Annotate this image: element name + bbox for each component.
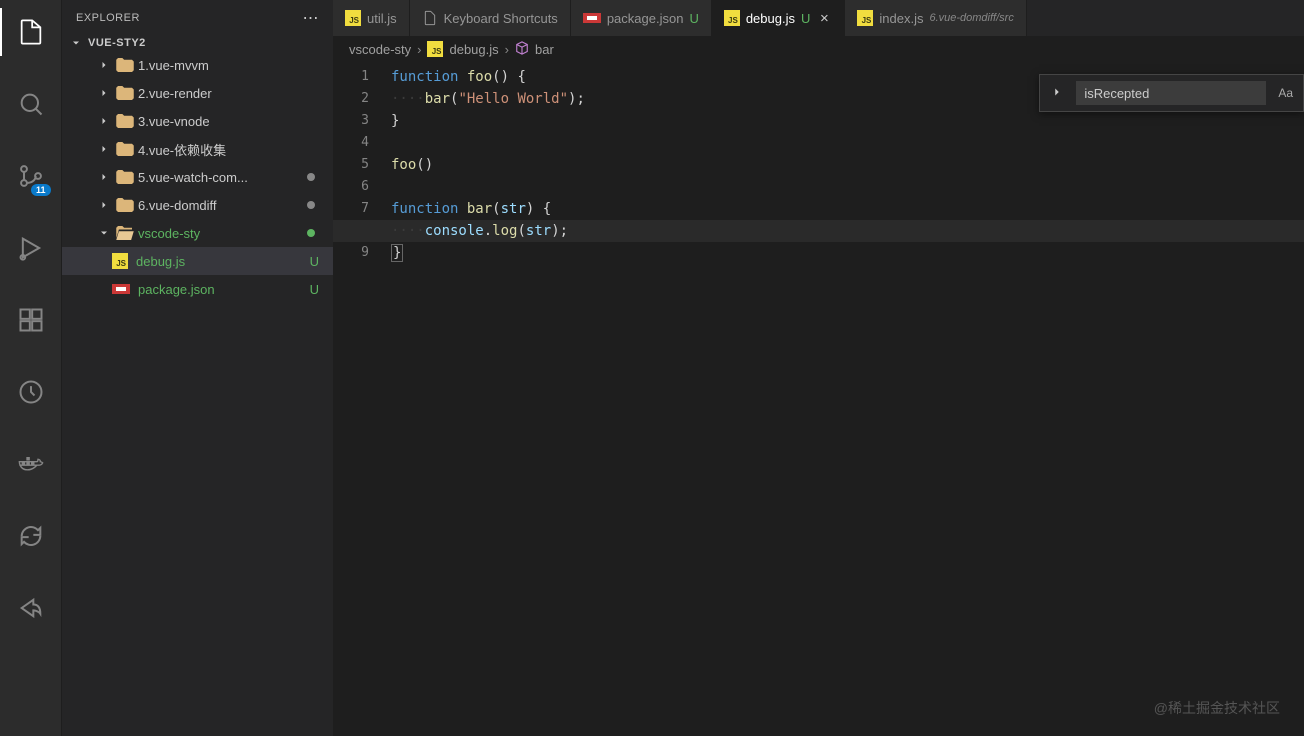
chevron-right-icon [96, 199, 112, 211]
file-icon [422, 10, 438, 26]
sidebar-header: EXPLORER ⋯ [62, 0, 333, 35]
chevron-right-icon: › [505, 42, 509, 57]
breadcrumb-part[interactable]: vscode-sty [349, 42, 411, 57]
folder-label: 1.vue-mvvm [138, 58, 333, 73]
js-file-icon: JS [427, 41, 443, 57]
explorer-icon[interactable] [7, 8, 55, 56]
chevron-down-icon [68, 37, 84, 49]
tab-label: package.json [607, 11, 684, 26]
match-case-toggle[interactable]: Aa [1274, 84, 1297, 102]
line-gutter: 1 2 3 4 5 6 7 8 9 [333, 62, 391, 736]
folder-label: vscode-sty [138, 226, 303, 241]
folder-item[interactable]: 5.vue-watch-com... [62, 163, 333, 191]
sync-icon[interactable] [7, 512, 55, 560]
file-label: debug.js [136, 254, 306, 269]
extensions-icon[interactable] [7, 296, 55, 344]
code-editor[interactable]: 1 2 3 4 5 6 7 8 9 function foo() { ····b… [333, 62, 1304, 736]
run-debug-icon[interactable] [7, 224, 55, 272]
folder-open-icon [116, 226, 134, 240]
folder-label: 4.vue-依赖收集 [138, 140, 333, 159]
tab-label: Keyboard Shortcuts [444, 11, 558, 26]
more-actions-icon[interactable]: ⋯ [303, 8, 320, 28]
remote-icon[interactable] [7, 368, 55, 416]
folder-icon [116, 58, 134, 72]
folder-icon [116, 170, 134, 184]
sidebar: EXPLORER ⋯ VUE-STY2 1.vue-mvvm 2.vue-ren… [62, 0, 333, 736]
folder-item[interactable]: 2.vue-render [62, 79, 333, 107]
npm-file-icon [112, 284, 130, 294]
js-file-icon: JS [857, 10, 873, 26]
project-name: VUE-STY2 [88, 37, 146, 49]
folder-label: 6.vue-domdiff [138, 198, 303, 213]
folder-label: 2.vue-render [138, 86, 333, 101]
source-control-icon[interactable]: 11 [7, 152, 55, 200]
folder-icon [116, 86, 134, 100]
find-widget: Aa [1039, 74, 1304, 112]
source-control-badge: 11 [31, 184, 51, 196]
editor-area: JS util.js Keyboard Shortcuts package.js… [333, 0, 1304, 736]
git-untracked-dot-icon [307, 229, 315, 237]
chevron-right-icon [96, 143, 112, 155]
git-status-letter: U [801, 11, 810, 26]
docker-icon[interactable] [7, 440, 55, 488]
close-icon[interactable]: × [816, 10, 832, 27]
watermark: @稀土掘金技术社区 [1154, 698, 1280, 718]
modified-dot-icon [307, 173, 315, 181]
tab-label: util.js [367, 11, 397, 26]
chevron-down-icon [96, 227, 112, 239]
chevron-right-icon [96, 171, 112, 183]
js-file-icon: JS [112, 253, 128, 269]
folder-icon [116, 198, 134, 212]
tab-label: debug.js [746, 11, 795, 26]
chevron-right-icon: › [417, 42, 421, 57]
git-status-letter: U [310, 254, 319, 269]
folder-item[interactable]: 4.vue-依赖收集 [62, 135, 333, 163]
tab[interactable]: Keyboard Shortcuts [410, 0, 571, 36]
js-file-icon: JS [724, 10, 740, 26]
breadcrumb-part[interactable]: debug.js [449, 42, 498, 57]
tab[interactable]: JS util.js [333, 0, 410, 36]
folder-label: 5.vue-watch-com... [138, 170, 303, 185]
file-item[interactable]: JS debug.js U [62, 247, 333, 275]
chevron-right-icon [96, 115, 112, 127]
breadcrumb[interactable]: vscode-sty › JS debug.js › bar [333, 36, 1304, 62]
find-input[interactable] [1076, 81, 1266, 105]
folder-item[interactable]: 1.vue-mvvm [62, 51, 333, 79]
folder-label: 3.vue-vnode [138, 114, 333, 129]
activity-bar: 11 [0, 0, 62, 736]
tab-bar: JS util.js Keyboard Shortcuts package.js… [333, 0, 1304, 36]
search-icon[interactable] [7, 80, 55, 128]
breadcrumb-part[interactable]: bar [535, 42, 554, 57]
file-item[interactable]: package.json U [62, 275, 333, 303]
project-header[interactable]: VUE-STY2 [62, 35, 333, 51]
chevron-right-icon [96, 59, 112, 71]
folder-item-open[interactable]: vscode-sty [62, 219, 333, 247]
git-status-letter: U [310, 282, 319, 297]
js-file-icon: JS [345, 10, 361, 26]
git-status-letter: U [689, 11, 698, 26]
tab[interactable]: package.json U [571, 0, 712, 36]
file-label: package.json [138, 282, 306, 297]
folder-item[interactable]: 6.vue-domdiff [62, 191, 333, 219]
tab-active[interactable]: JS debug.js U × [712, 0, 846, 36]
folder-icon [116, 142, 134, 156]
chevron-right-icon [96, 87, 112, 99]
share-icon[interactable] [7, 584, 55, 632]
tab-subtitle: 6.vue-domdiff/src [929, 12, 1013, 24]
code-content[interactable]: function foo() { ····bar("Hello World");… [391, 62, 1304, 736]
file-tree: 1.vue-mvvm 2.vue-render 3.vue-vnode 4.vu… [62, 51, 333, 736]
tab-label: index.js [879, 11, 923, 26]
tab[interactable]: JS index.js 6.vue-domdiff/src [845, 0, 1026, 36]
chevron-right-icon[interactable] [1046, 85, 1068, 102]
symbol-function-icon [515, 41, 529, 58]
folder-icon [116, 114, 134, 128]
modified-dot-icon [307, 201, 315, 209]
folder-item[interactable]: 3.vue-vnode [62, 107, 333, 135]
npm-file-icon [583, 13, 601, 23]
explorer-title: EXPLORER [76, 12, 140, 24]
